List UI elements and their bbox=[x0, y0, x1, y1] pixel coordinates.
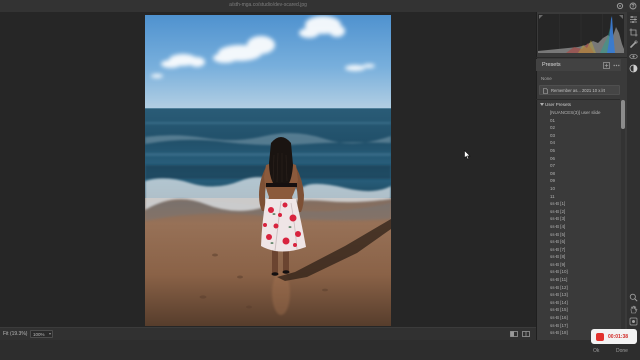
remember-preset-label: Remember as... 2021 10 x.lrt bbox=[551, 88, 605, 93]
chevron-down-icon bbox=[540, 103, 544, 106]
ok-button[interactable]: Ok bbox=[593, 348, 599, 354]
screen-recorder-badge[interactable]: 00:01:38 bbox=[591, 329, 637, 344]
preset-list: [NUANCES(3)] user slide 01 02 03 04 05 0… bbox=[550, 109, 618, 337]
crop-icon[interactable] bbox=[629, 28, 638, 37]
preset-filter[interactable]: None bbox=[541, 76, 552, 81]
new-preset-icon[interactable] bbox=[603, 62, 610, 69]
tool-strip bbox=[627, 12, 640, 340]
preset-item[interactable]: 09 bbox=[550, 177, 618, 185]
preset-item[interactable]: 11 bbox=[550, 193, 618, 201]
toggle-samples-icon[interactable] bbox=[629, 317, 638, 326]
presets-icon[interactable] bbox=[629, 64, 638, 73]
help-icon[interactable] bbox=[629, 2, 637, 10]
more-options-icon[interactable] bbox=[613, 62, 620, 69]
document-icon bbox=[543, 87, 548, 94]
zoom-fit-label[interactable]: Fit (19.3%) bbox=[3, 331, 27, 337]
preset-item[interactable]: 06 bbox=[550, 155, 618, 163]
preset-item[interactable]: ss-B [6] bbox=[550, 238, 618, 246]
histogram bbox=[538, 14, 624, 53]
preset-item[interactable]: ss-B [14] bbox=[550, 299, 618, 307]
preset-item[interactable]: 05 bbox=[550, 147, 618, 155]
preset-item[interactable]: ss-B [2] bbox=[550, 208, 618, 216]
recording-time: 00:01:38 bbox=[608, 333, 629, 340]
preset-item[interactable]: ss-B [13] bbox=[550, 291, 618, 299]
scrollbar-thumb[interactable] bbox=[621, 100, 625, 129]
stop-recording-icon[interactable] bbox=[596, 332, 604, 341]
preset-item[interactable]: ss-B [7] bbox=[550, 246, 618, 254]
hand-icon[interactable] bbox=[629, 305, 638, 314]
remember-preset-row[interactable]: Remember as... 2021 10 x.lrt bbox=[539, 85, 620, 95]
sky bbox=[145, 15, 391, 109]
preset-item[interactable]: ss-B [11] bbox=[550, 276, 618, 284]
before-after-icon[interactable] bbox=[522, 331, 530, 337]
healing-icon[interactable] bbox=[629, 40, 638, 49]
preset-group-label: User Presets bbox=[545, 102, 572, 107]
settings-icon[interactable] bbox=[616, 2, 624, 10]
zoom-level-select[interactable]: 100% bbox=[30, 330, 53, 338]
presets-title: Presets bbox=[542, 62, 561, 68]
preset-item[interactable]: ss-B [3] bbox=[550, 215, 618, 223]
preset-item[interactable]: ss-B [10] bbox=[550, 268, 618, 276]
preset-item[interactable]: ss-B [1] bbox=[550, 200, 618, 208]
done-button[interactable]: Done bbox=[616, 348, 628, 354]
dialog-footer bbox=[0, 340, 640, 360]
preset-item[interactable]: 01 bbox=[550, 117, 618, 125]
preset-item[interactable]: ss-B [16] bbox=[550, 314, 618, 322]
photo-preview[interactable] bbox=[145, 15, 391, 326]
preset-scrollbar[interactable] bbox=[621, 100, 625, 340]
preset-item[interactable]: 04 bbox=[550, 139, 618, 147]
zoom-level-value: 100% bbox=[33, 332, 45, 337]
chevron-down-icon bbox=[49, 333, 51, 335]
preset-item[interactable]: 07 bbox=[550, 162, 618, 170]
preset-item[interactable]: ss-B [8] bbox=[550, 253, 618, 261]
canvas-toolbar: Fit (19.3%) 100% bbox=[0, 327, 536, 340]
preset-item[interactable]: 02 bbox=[550, 124, 618, 132]
preset-item[interactable]: ss-B [4] bbox=[550, 223, 618, 231]
preset-item[interactable]: 03 bbox=[550, 132, 618, 140]
preset-item[interactable]: ss-B [12] bbox=[550, 284, 618, 292]
divider bbox=[536, 99, 620, 100]
divider bbox=[536, 57, 627, 58]
preset-item[interactable]: ss-B [9] bbox=[550, 261, 618, 269]
preset-item[interactable]: ss-B [5] bbox=[550, 231, 618, 239]
preset-item[interactable]: 08 bbox=[550, 170, 618, 178]
preset-item[interactable]: [NUANCES(3)] user slide bbox=[550, 109, 618, 117]
preset-item[interactable]: ss-B [15] bbox=[550, 306, 618, 314]
zoom-icon[interactable] bbox=[629, 293, 638, 302]
window-title: a/sth-mga.co/studio/dev-scared.jpg bbox=[229, 2, 307, 8]
red-eye-icon[interactable] bbox=[629, 52, 638, 61]
preset-item[interactable]: 10 bbox=[550, 185, 618, 193]
compare-icon[interactable] bbox=[510, 331, 518, 337]
mouse-cursor-icon bbox=[464, 150, 471, 160]
edit-icon[interactable] bbox=[629, 15, 638, 24]
